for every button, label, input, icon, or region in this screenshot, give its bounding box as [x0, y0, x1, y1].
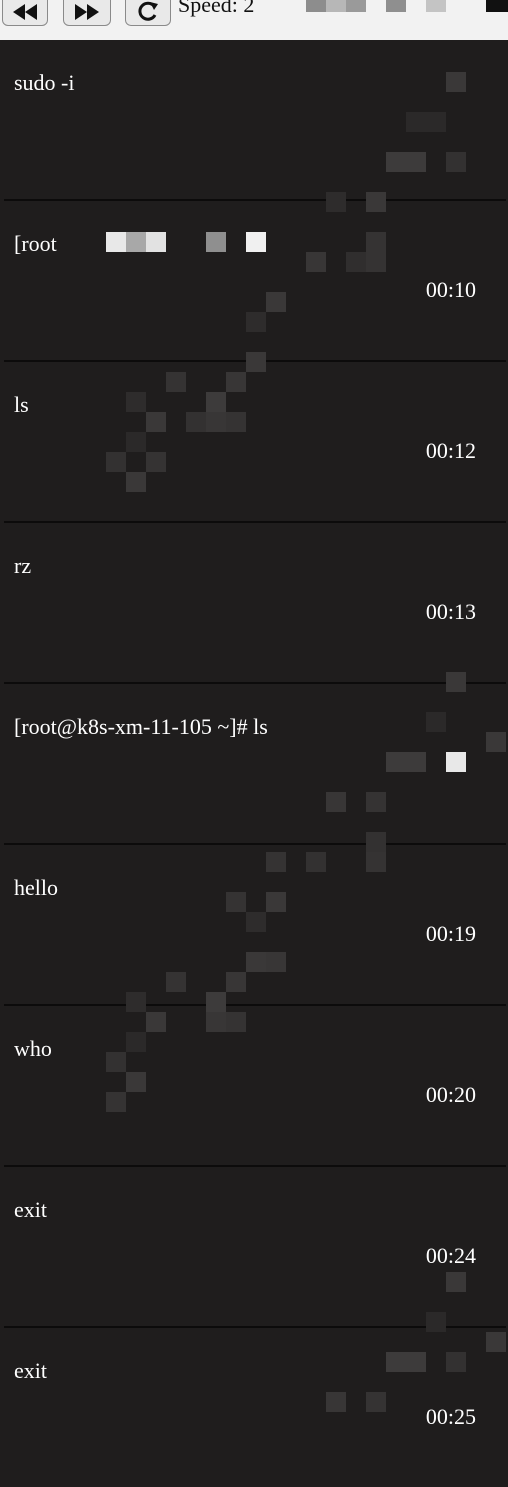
redaction-block	[306, 0, 326, 12]
playback-toolbar: Speed: 2	[0, 0, 508, 40]
rewind-button[interactable]	[2, 0, 48, 26]
command-text: [root@k8s-xm-11-105 ~]# ls	[14, 714, 268, 739]
command-text: ls	[14, 392, 29, 417]
redaction-block	[326, 0, 346, 12]
redaction-block	[486, 0, 508, 12]
timestamp: 00:12	[425, 438, 476, 463]
redaction-block	[426, 0, 446, 12]
command-text: who	[14, 1036, 52, 1061]
redaction-block	[346, 0, 366, 12]
fast-forward-icon	[73, 3, 101, 21]
timestamp: 00:13	[425, 599, 476, 624]
timestamp: 00:24	[425, 1243, 476, 1268]
timestamp: 00:10	[425, 277, 476, 302]
timestamp: 00:20	[425, 1082, 476, 1107]
list-item[interactable]: sudo -i	[4, 40, 506, 201]
list-item[interactable]: [root@k8s-xm-11-105 ~]# ls	[4, 684, 506, 845]
command-text: hello	[14, 875, 58, 900]
command-text: exit	[14, 1197, 47, 1222]
list-item[interactable]: exit 00:25	[4, 1328, 506, 1487]
speed-label: Speed: 2	[178, 0, 255, 17]
list-item[interactable]: ls 00:12	[4, 362, 506, 523]
command-text: [root	[14, 231, 57, 256]
list-item[interactable]: rz 00:13	[4, 523, 506, 684]
command-text: rz	[14, 553, 32, 578]
command-text: exit	[14, 1358, 47, 1383]
command-list: sudo -i [root 00:10 ls 00:12 rz 00:13 [r…	[0, 40, 508, 1487]
fast-forward-button[interactable]	[63, 0, 111, 26]
timestamp: 00:25	[425, 1404, 476, 1429]
list-item[interactable]: exit 00:24	[4, 1167, 506, 1328]
redaction-block	[386, 0, 406, 12]
list-item[interactable]: who 00:20	[4, 1006, 506, 1167]
list-item[interactable]: [root 00:10	[4, 201, 506, 362]
command-text: sudo -i	[14, 70, 75, 95]
rewind-icon	[11, 3, 39, 21]
list-item[interactable]: hello 00:19	[4, 845, 506, 1006]
reload-button[interactable]	[125, 0, 171, 26]
reload-icon	[136, 1, 160, 21]
timestamp: 00:19	[425, 921, 476, 946]
